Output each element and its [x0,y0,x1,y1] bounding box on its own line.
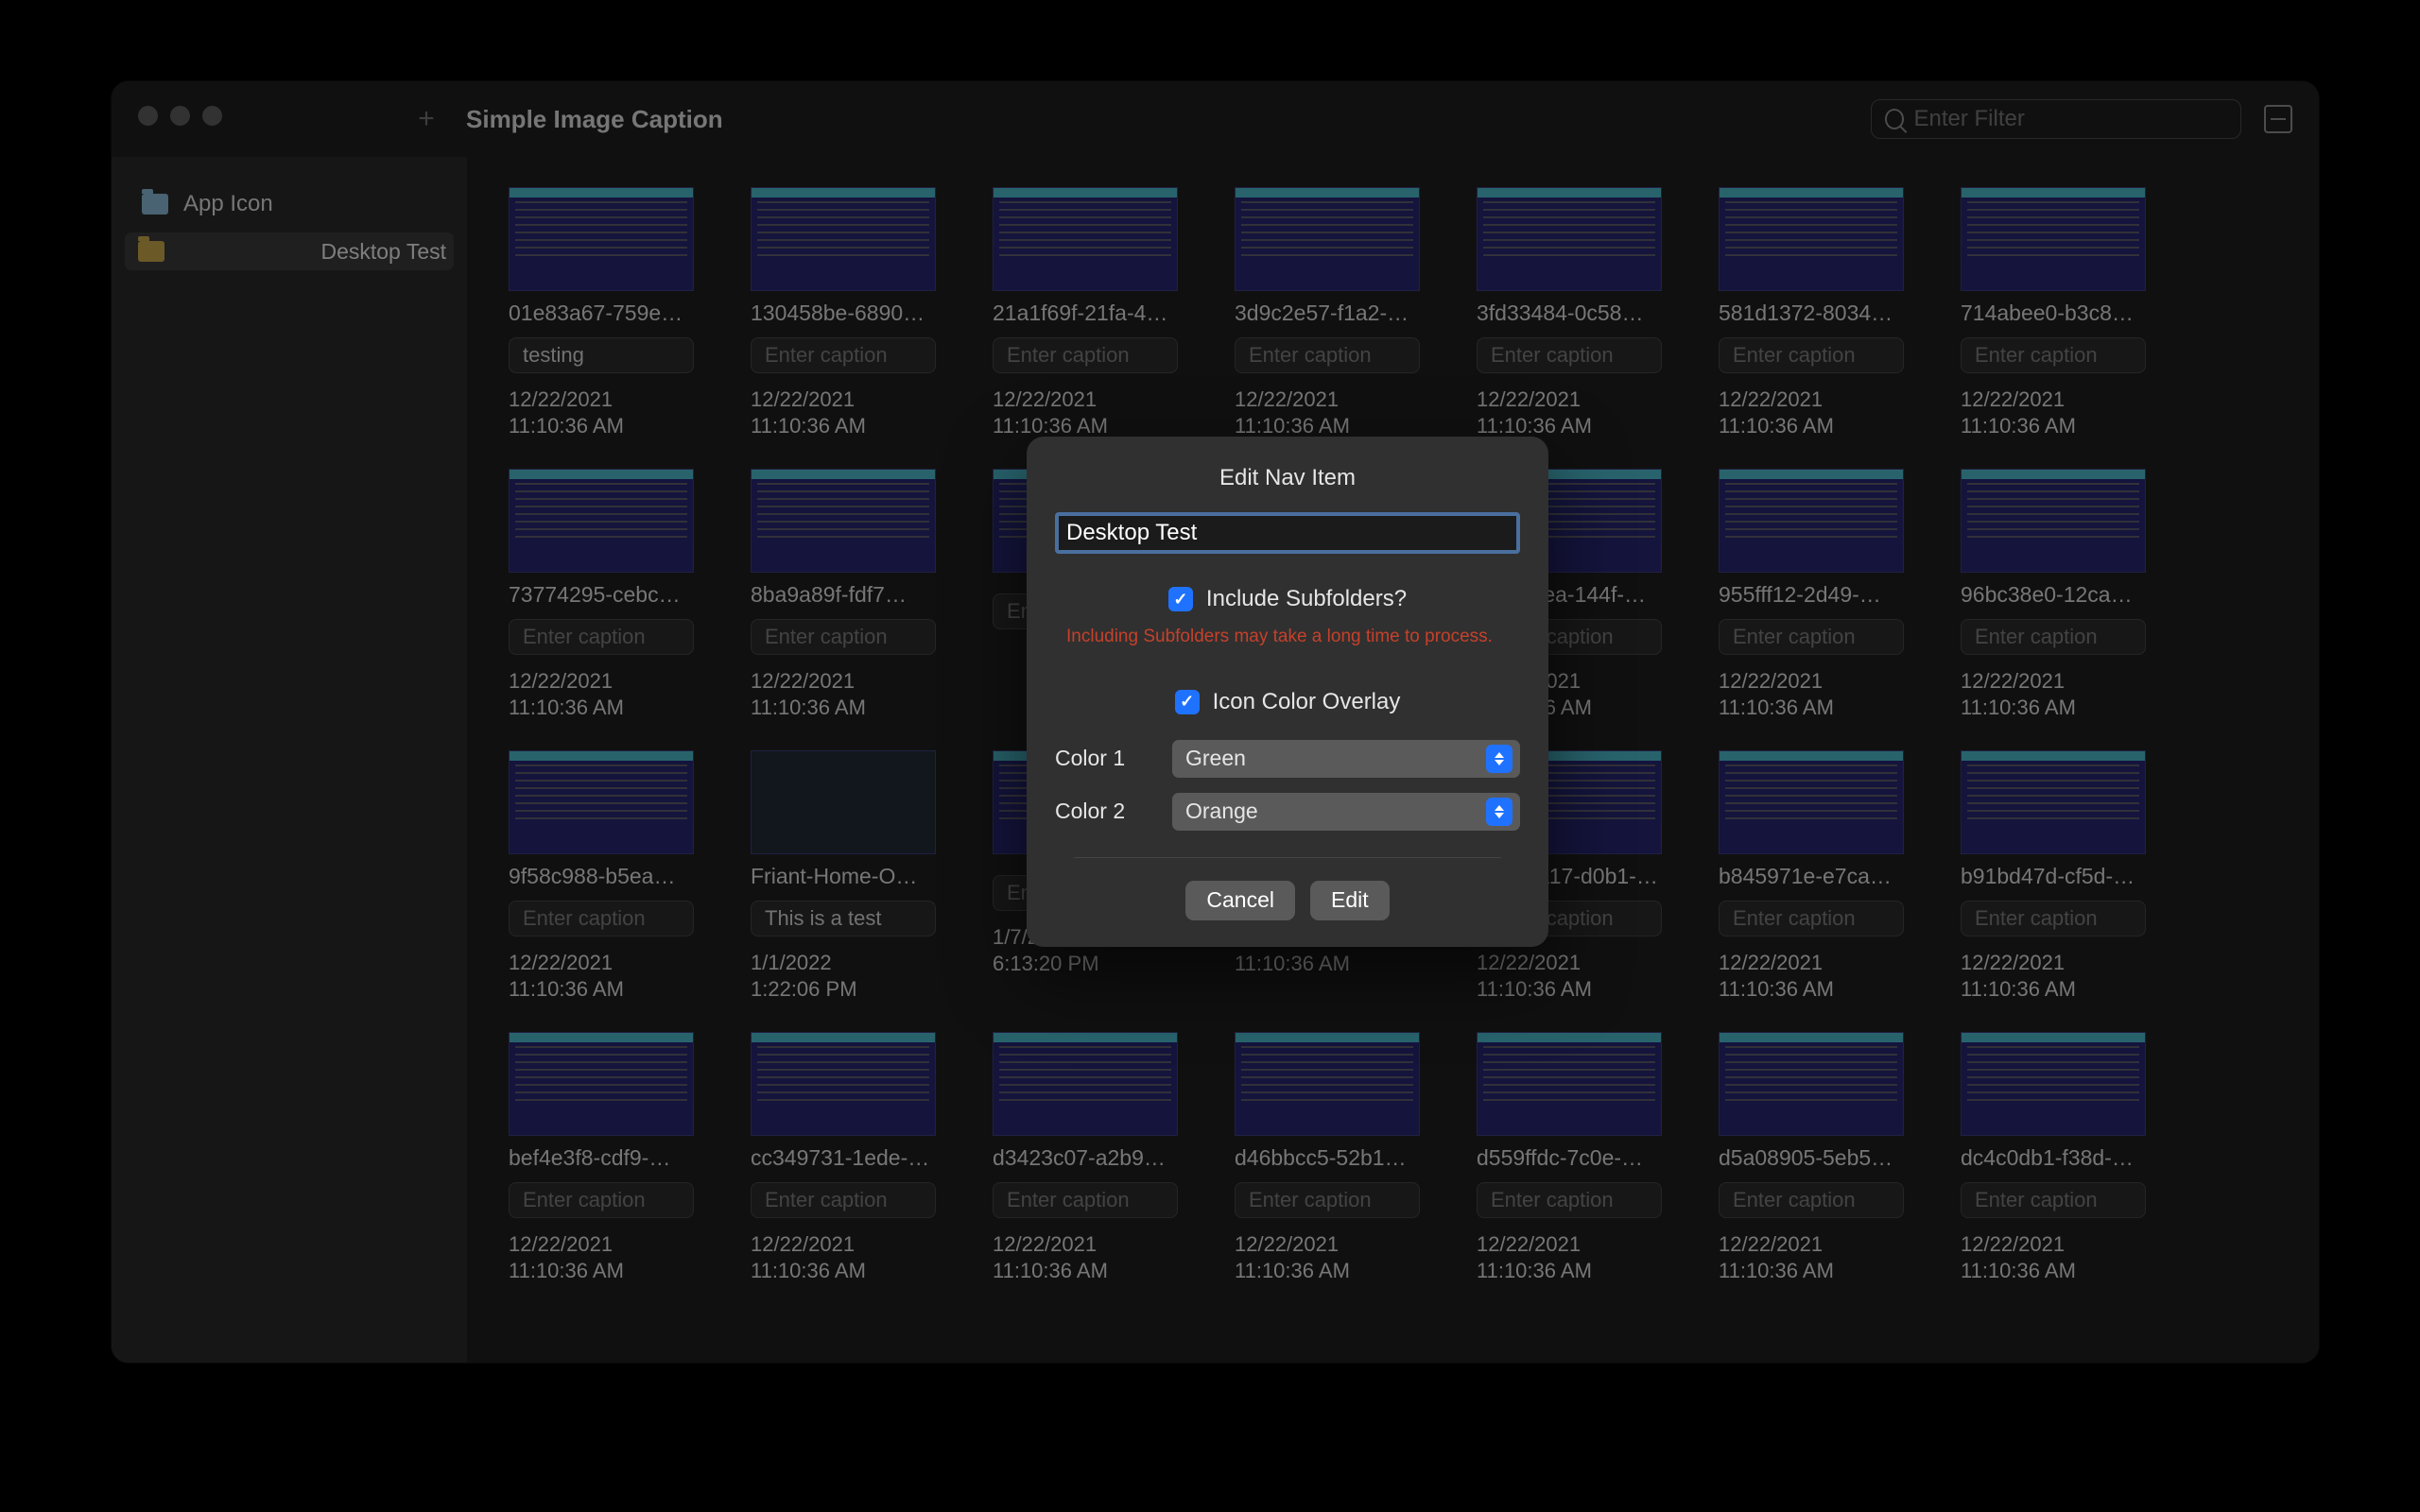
cancel-button[interactable]: Cancel [1185,881,1295,920]
include-subfolders-checkbox[interactable]: ✓ [1168,587,1193,611]
subfolders-warning: Including Subfolders may take a long tim… [1055,626,1520,649]
icon-overlay-checkbox[interactable]: ✓ [1175,690,1200,714]
chevron-updown-icon [1486,798,1512,826]
color1-label: Color 1 [1055,746,1159,771]
color1-select[interactable]: Green [1172,740,1520,778]
icon-overlay-label: Icon Color Overlay [1213,689,1401,715]
nav-item-name-input[interactable] [1055,512,1520,554]
edit-nav-item-dialog: Edit Nav Item ✓ Include Subfolders? Incl… [1027,437,1548,947]
edit-button[interactable]: Edit [1310,881,1390,920]
app-window: + Simple Image Caption App IconDesktop T… [112,81,2319,1363]
dialog-title: Edit Nav Item [1055,465,1520,491]
include-subfolders-label: Include Subfolders? [1206,586,1407,612]
color2-label: Color 2 [1055,799,1159,824]
color2-select[interactable]: Orange [1172,793,1520,831]
divider [1074,857,1501,858]
color1-value: Green [1185,746,1246,771]
color2-value: Orange [1185,799,1258,824]
chevron-updown-icon [1486,745,1512,773]
